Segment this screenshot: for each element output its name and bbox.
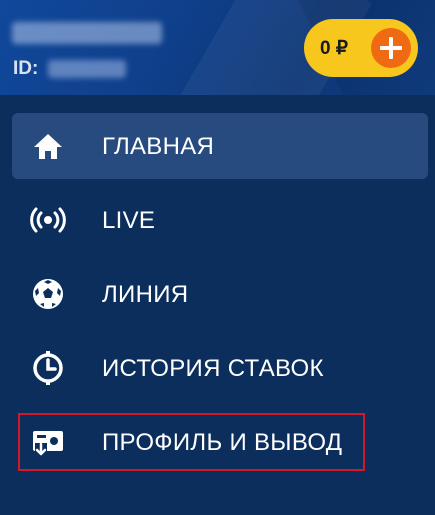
menu-item-label: ИСТОРИЯ СТАВОК [102,355,324,382]
menu-item-bet-history[interactable]: ИСТОРИЯ СТАВОК [12,335,428,401]
menu-item-line[interactable]: ЛИНИЯ [12,261,428,327]
plus-icon [380,37,402,59]
add-funds-button[interactable] [371,28,411,68]
user-name-blurred [12,22,162,44]
user-id-blurred [48,60,126,78]
balance-amount: 0 ₽ [320,38,348,59]
menu-item-home[interactable]: ГЛАВНАЯ [12,113,428,179]
highlight-frame [18,413,365,471]
menu-item-label: LIVE [102,207,156,234]
clock-history-icon [33,351,63,385]
soccer-ball-icon [33,279,63,309]
home-icon [34,134,62,159]
balance-pill[interactable]: 0 ₽ [304,19,418,77]
menu-item-label: ГЛАВНАЯ [102,133,215,160]
live-broadcast-icon [30,207,66,233]
menu-item-live[interactable]: LIVE [12,187,428,253]
user-id-label: ID: [13,58,39,79]
account-header: ID: 0 ₽ [0,0,435,95]
menu-item-label: ЛИНИЯ [102,281,189,308]
